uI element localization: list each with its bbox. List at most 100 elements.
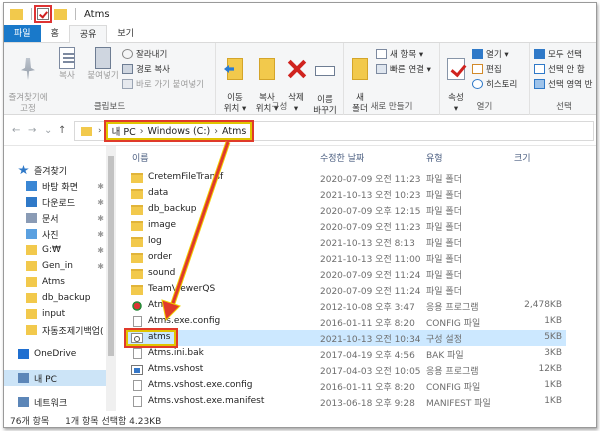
file-row[interactable]: Atms.exe.config 2016-01-11 오후 8:20 CONFIG … <box>126 314 566 330</box>
recent-locations-button[interactable]: ⌄ <box>44 125 52 136</box>
column-header-date[interactable]: 수정한 날짜 <box>320 151 364 164</box>
nav-item[interactable]: db_backup <box>4 290 116 306</box>
status-bar: 76개 항목 1개 항목 선택함 4.23KB <box>4 411 596 427</box>
paste-shortcut-button[interactable]: 바로 가기 붙여넣기 <box>122 77 204 90</box>
file-date: 2020-07-09 오전 11:24 <box>320 271 421 281</box>
pin-icon <box>21 58 35 80</box>
invert-selection-button[interactable]: 선택 영역 반 <box>534 77 593 90</box>
invert-selection-icon <box>534 78 545 89</box>
tab-share[interactable]: 공유 <box>68 25 108 44</box>
file-row[interactable]: Atms.vshost.exe.config 2016-01-11 오후 8:20… <box>126 378 566 394</box>
star-icon <box>18 165 29 175</box>
file-date: 2020-07-09 오전 11:23 <box>320 223 421 233</box>
breadcrumb-pc[interactable]: 내 PC <box>112 124 136 138</box>
file-date: 2020-07-09 오전 11:23 <box>320 175 421 185</box>
select-all-button[interactable]: 모두 선택 <box>534 47 582 60</box>
folder-icon <box>26 261 37 271</box>
forward-button[interactable]: → <box>28 125 36 136</box>
nav-item-label: db_backup <box>42 293 91 303</box>
copy-button[interactable]: 복사 <box>54 47 80 82</box>
nav-scrollbar-thumb[interactable] <box>108 156 114 356</box>
file-row[interactable]: Atms.vshost 2017-04-03 오전 10:05 응용 프로그램 12K… <box>126 362 566 378</box>
tab-view[interactable]: 보기 <box>107 25 144 42</box>
nav-item[interactable]: 다운로드 ✱ <box>4 194 116 210</box>
address-bar[interactable]: › 내 PC › Windows (C:) › Atms <box>74 121 594 141</box>
file-row[interactable]: Atms.vshost.exe.manifest 2013-06-18 오후 9:… <box>126 394 566 410</box>
open-button[interactable]: 열기 ▾ <box>472 47 509 60</box>
copy-path-button[interactable]: 경로 복사 <box>122 62 170 75</box>
file-row[interactable]: order 2021-10-13 오전 11:00 파일 폴더 <box>126 250 566 266</box>
file-row[interactable]: CretemFileTransf 2020-07-09 오전 11:23 파일 폴더 <box>126 170 566 186</box>
nav-item-label: 즐겨찾기 <box>34 166 68 177</box>
folder-icon <box>131 173 143 183</box>
history-button[interactable]: 히스토리 <box>472 77 517 90</box>
select-none-button[interactable]: 선택 안 함 <box>534 62 585 75</box>
file-row[interactable]: Atms.ini.bak 2017-04-19 오후 4:56 BAK 파일 3KB <box>126 346 566 362</box>
file-name: order <box>148 252 172 262</box>
nav-item[interactable]: OneDrive <box>4 346 116 362</box>
nav-item[interactable]: 바탕 화면 ✱ <box>4 178 116 194</box>
nav-scrollbar[interactable] <box>106 146 116 411</box>
file-row[interactable]: atms 2021-10-13 오전 10:34 구성 설정 5KB <box>126 330 566 346</box>
nav-item[interactable]: 네트워크 <box>4 394 116 410</box>
nav-item[interactable]: 자동조제기백업( <box>4 322 116 338</box>
tab-file[interactable]: 파일 <box>4 25 41 42</box>
nav-item[interactable]: Atms <box>4 274 116 290</box>
folder-icon <box>26 277 37 287</box>
address-bar-row: ← → ⌄ ↑ › 내 PC › Windows (C:) › Atms <box>4 116 596 146</box>
select-all-icon <box>534 48 545 59</box>
cut-button[interactable]: 잘라내기 <box>122 47 167 60</box>
file-row[interactable]: db_backup 2020-07-09 오후 12:15 파일 폴더 <box>126 202 566 218</box>
file-icon <box>133 380 142 391</box>
nav-item[interactable]: input <box>4 306 116 322</box>
file-type: 파일 폴더 <box>426 287 462 297</box>
file-type: 파일 폴더 <box>426 255 462 265</box>
easy-access-icon <box>376 63 387 74</box>
breadcrumb-atms[interactable]: Atms <box>222 126 246 137</box>
column-header-size[interactable]: 크기 <box>514 151 531 164</box>
folder-icon <box>131 253 143 263</box>
properties-check-icon[interactable] <box>37 8 49 20</box>
file-date: 2020-07-09 오전 11:24 <box>320 287 421 297</box>
folder-icon <box>131 237 143 247</box>
file-type: CONFIG 파일 <box>426 383 481 393</box>
nav-item[interactable]: Gen_in ✱ <box>4 258 116 274</box>
file-row[interactable]: Atms 2012-10-08 오후 3:47 응용 프로그램 2,478KB <box>126 298 566 314</box>
nav-item[interactable]: 즐겨찾기 <box>4 162 116 178</box>
column-header-name[interactable]: 이름 <box>132 151 149 164</box>
file-type: 파일 폴더 <box>426 223 462 233</box>
back-button[interactable]: ← <box>12 125 20 136</box>
column-header-type[interactable]: 유형 <box>426 151 443 164</box>
file-row[interactable]: log 2021-10-13 오전 8:13 파일 폴더 <box>126 234 566 250</box>
file-date: 2021-10-13 오전 11:00 <box>320 255 421 265</box>
edit-button[interactable]: 편집 <box>472 62 502 75</box>
breadcrumb-separator: › <box>139 125 144 137</box>
tab-home[interactable]: 홈 <box>41 25 69 42</box>
nav-item[interactable]: 내 PC <box>4 370 116 386</box>
clipboard-icon <box>95 47 111 69</box>
file-type: 파일 폴더 <box>426 191 462 201</box>
new-folder-quick-icon[interactable] <box>54 8 67 20</box>
file-row[interactable]: sound 2020-07-09 오전 11:24 파일 폴더 <box>126 266 566 282</box>
nav-item[interactable]: 사진 ✱ <box>4 226 116 242</box>
paste-button[interactable]: 붙여넣기 <box>84 47 122 82</box>
selection-info: 1개 항목 선택함 4.23KB <box>65 416 162 427</box>
breadcrumb-drive-c[interactable]: Windows (C:) <box>148 126 211 137</box>
file-name: image <box>148 220 177 230</box>
selection-highlight-box <box>126 330 176 346</box>
file-name: data <box>148 188 169 198</box>
new-item-button[interactable]: 새 항목 ▾ <box>376 47 423 60</box>
up-button[interactable]: ↑ <box>58 125 66 136</box>
file-size: 3KB <box>544 348 562 358</box>
pin-icon: ✱ <box>97 197 104 207</box>
divider <box>31 8 32 20</box>
file-row[interactable]: data 2021-10-13 오전 10:23 파일 폴더 <box>126 186 566 202</box>
file-list: 이름 수정한 날짜 유형 크기 CretemFileTransf 2020-07-… <box>122 146 596 411</box>
nav-item[interactable]: 문서 ✱ <box>4 210 116 226</box>
nav-item[interactable]: G:₩ ✱ <box>4 242 116 258</box>
nav-item-label: input <box>42 309 66 319</box>
file-row[interactable]: image 2020-07-09 오전 11:23 파일 폴더 <box>126 218 566 234</box>
easy-access-button[interactable]: 빠른 연결 ▾ <box>376 62 431 75</box>
file-row[interactable]: TeamViewerQS 2020-07-09 오전 11:24 파일 폴더 <box>126 282 566 298</box>
file-date: 2021-10-13 오전 10:23 <box>320 191 421 201</box>
